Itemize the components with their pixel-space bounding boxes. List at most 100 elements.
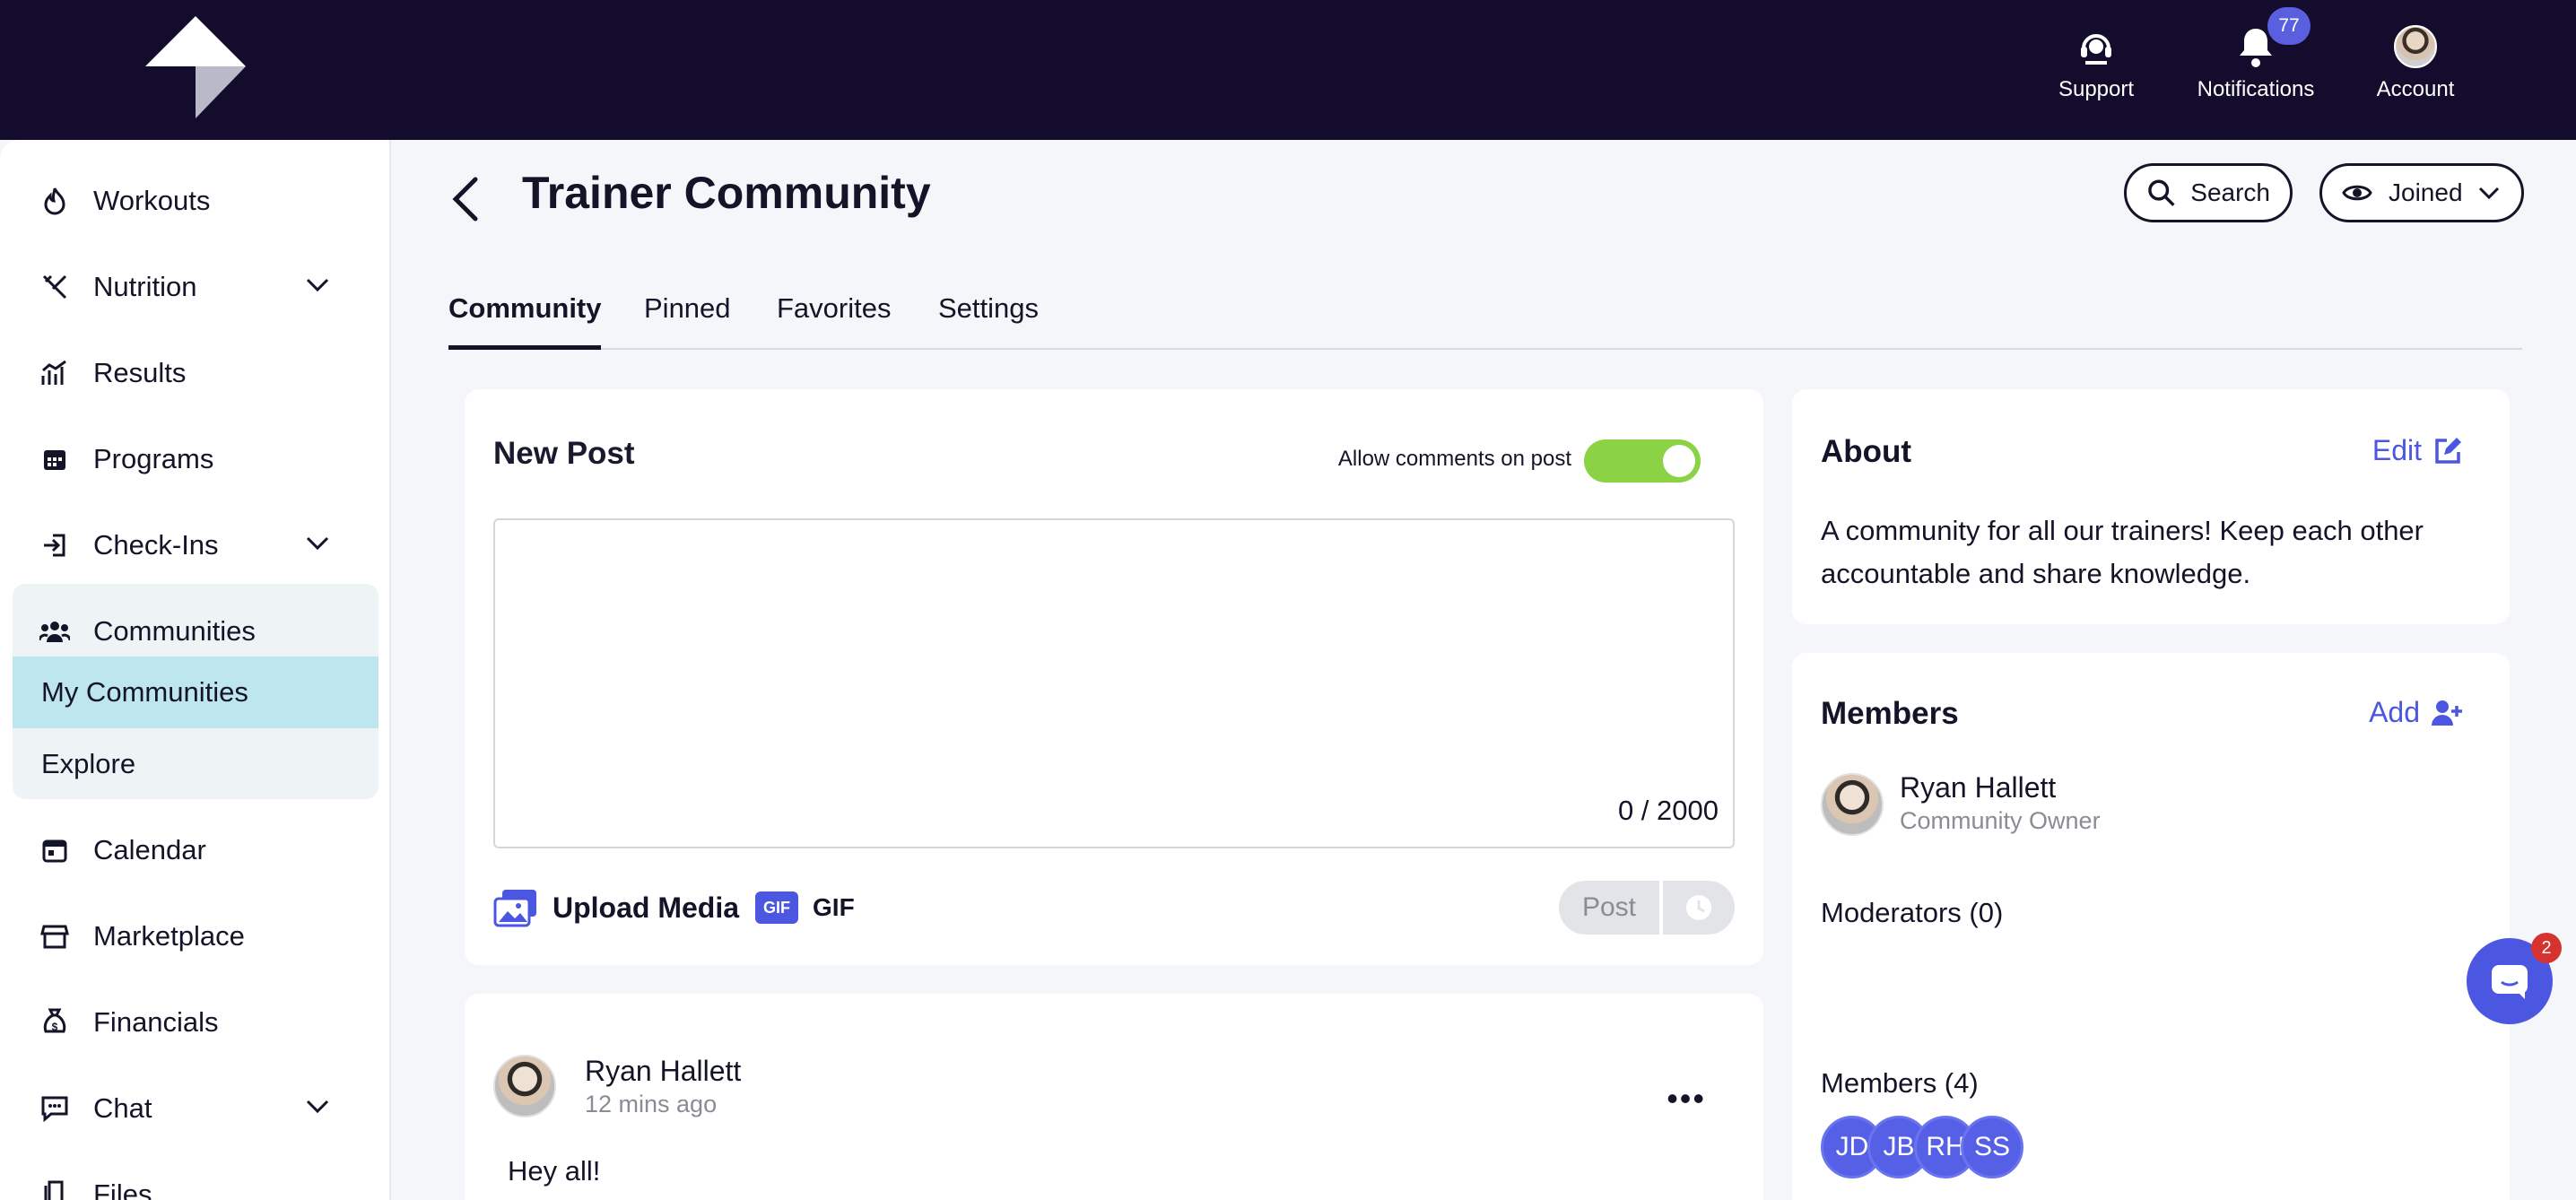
store-icon: [39, 921, 70, 952]
chevron-down-icon[interactable]: [305, 1098, 330, 1116]
sidebar-subitem-label: Explore: [41, 748, 136, 779]
account-avatar: [2394, 25, 2437, 68]
add-user-icon: [2432, 700, 2462, 726]
file-icon: [39, 1179, 70, 1200]
post-card: Ryan Hallett 12 mins ago ••• Hey all!: [465, 994, 1763, 1200]
gif-icon: GIF: [755, 891, 799, 924]
members-title: Members: [1821, 696, 1959, 731]
chat-bubble-icon: [39, 1093, 70, 1124]
sidebar-subitem-explore[interactable]: Explore: [13, 728, 379, 800]
owner-role: Community Owner: [1900, 807, 2101, 834]
about-description: A community for all our trainers! Keep e…: [1821, 515, 2424, 589]
post-button[interactable]: Post: [1559, 881, 1659, 935]
toggle-knob: [1663, 445, 1695, 477]
add-label: Add: [2369, 696, 2420, 728]
sidebar-item-check-ins[interactable]: Check-Ins: [0, 502, 391, 588]
utensils-icon: [39, 272, 70, 302]
members-card: Members Add Ryan Hallett Community Owner…: [1792, 653, 2510, 1200]
joined-label: Joined: [2389, 178, 2463, 206]
schedule-button[interactable]: [1663, 881, 1735, 935]
edit-icon: [2435, 437, 2461, 464]
tab-favorites[interactable]: Favorites: [777, 287, 891, 350]
owner-avatar[interactable]: [1821, 773, 1884, 836]
support-button[interactable]: Support: [2016, 23, 2176, 113]
post-body: Hey all!: [508, 1155, 601, 1187]
chevron-down-icon[interactable]: [305, 276, 330, 294]
sidebar-item-label: Marketplace: [93, 920, 245, 952]
back-arrow-icon[interactable]: [448, 174, 484, 224]
sidebar-item-label: Financials: [93, 1006, 219, 1038]
edit-about-button[interactable]: Edit: [2372, 434, 2463, 467]
post-textarea[interactable]: 0 / 2000: [493, 518, 1735, 848]
member-avatars: JD JB RH SS: [1821, 1116, 2023, 1178]
sidebar-item-financials[interactable]: $ Financials: [0, 979, 391, 1065]
new-post-title: New Post: [493, 436, 635, 471]
calendar-grid-icon: [39, 444, 70, 474]
post-button-group: Post: [1559, 881, 1735, 935]
sidebar-item-chat[interactable]: Chat: [0, 1065, 391, 1152]
about-title: About: [1821, 434, 1912, 469]
tab-settings[interactable]: Settings: [938, 287, 1039, 350]
sidebar-item-nutrition[interactable]: Nutrition: [0, 244, 391, 330]
sidebar-item-workouts[interactable]: Workouts: [0, 158, 391, 244]
sidebar-item-label: Files: [93, 1178, 152, 1200]
support-label: Support: [2058, 77, 2135, 101]
allow-comments-toggle[interactable]: [1584, 439, 1701, 483]
top-bar: Support Notifications 77 Account: [0, 0, 2576, 140]
search-button[interactable]: Search: [2124, 163, 2293, 222]
post-author-name[interactable]: Ryan Hallett: [585, 1055, 741, 1088]
chat-widget-icon: [2492, 965, 2528, 999]
top-nav: Support Notifications 77 Account: [2016, 7, 2495, 113]
new-post-card: New Post Allow comments on post 0 / 2000…: [465, 389, 1763, 965]
tab-pinned[interactable]: Pinned: [644, 287, 731, 350]
edit-label: Edit: [2371, 434, 2422, 466]
sidebar-item-label: Communities: [93, 615, 256, 647]
sidebar-item-calendar[interactable]: Calendar: [0, 807, 391, 893]
gif-button[interactable]: GIF: [813, 893, 855, 922]
eye-icon: [2342, 185, 2372, 201]
calendar-icon: [39, 835, 70, 865]
clock-icon: [1686, 895, 1711, 920]
sidebar-item-label: Results: [93, 357, 187, 388]
tab-community[interactable]: Community: [448, 287, 602, 350]
moderators-heading: Moderators (0): [1821, 897, 2004, 928]
search-label: Search: [2190, 178, 2270, 206]
owner-name[interactable]: Ryan Hallett: [1900, 771, 2056, 804]
account-button[interactable]: Account: [2336, 23, 2495, 113]
image-upload-icon: [493, 890, 536, 927]
brand-logo[interactable]: [142, 14, 249, 122]
about-card: About Edit A community for all our train…: [1792, 389, 2510, 624]
sidebar-item-programs[interactable]: Programs: [0, 416, 391, 502]
joined-dropdown[interactable]: Joined: [2319, 163, 2524, 222]
sidebar-item-label: Chat: [93, 1092, 152, 1124]
notifications-button[interactable]: Notifications 77: [2176, 7, 2336, 113]
sidebar: Workouts Nutrition Results Programs Chec…: [0, 140, 391, 1200]
upload-media-label: Upload Media: [553, 891, 740, 924]
post-timestamp: 12 mins ago: [585, 1091, 718, 1117]
member-avatar-initials[interactable]: SS: [1961, 1116, 2023, 1178]
sidebar-item-results[interactable]: Results: [0, 330, 391, 416]
notifications-count-badge: 77: [2267, 7, 2311, 45]
headset-icon: [2073, 23, 2119, 70]
account-label: Account: [2376, 77, 2455, 101]
more-options-icon[interactable]: •••: [1667, 1080, 1706, 1117]
upload-media-button[interactable]: Upload Media GIF GIF: [493, 888, 855, 927]
sidebar-item-marketplace[interactable]: Marketplace: [0, 893, 391, 979]
sidebar-item-files[interactable]: Files: [0, 1152, 391, 1200]
sidebar-item-label: Programs: [93, 443, 214, 474]
sidebar-item-label: Calendar: [93, 834, 206, 865]
flame-icon: [39, 186, 70, 216]
add-member-button[interactable]: Add: [2369, 696, 2463, 729]
chevron-down-icon[interactable]: [305, 535, 330, 552]
notifications-label: Notifications: [2197, 77, 2315, 101]
members-heading: Members (4): [1821, 1067, 1979, 1099]
login-icon: [39, 530, 70, 561]
sidebar-subitem-my-communities[interactable]: My Communities: [13, 657, 379, 728]
money-bag-icon: $: [39, 1007, 70, 1038]
users-icon: [39, 616, 70, 647]
chart-icon: [39, 358, 70, 388]
character-counter: 0 / 2000: [1617, 795, 1719, 826]
tab-bar: Community Pinned Favorites Settings: [448, 287, 2522, 350]
post-author-avatar[interactable]: [493, 1055, 556, 1117]
search-icon: [2148, 179, 2175, 206]
